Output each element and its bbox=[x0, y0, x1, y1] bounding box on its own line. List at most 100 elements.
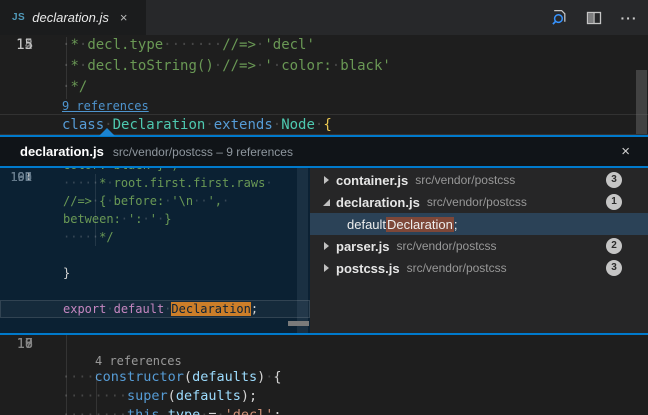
peek-editor[interactable]: color:·black·}')96·····*·root.first.firs… bbox=[0, 168, 310, 333]
references-list: container.jssrc/vendor/postcss3declarati… bbox=[310, 168, 648, 333]
code-token: } bbox=[63, 266, 70, 280]
file-name: parser.js bbox=[336, 239, 390, 254]
code-token: ( bbox=[184, 369, 192, 385]
code-line[interactable]: 19········this.type·=·'decl'; bbox=[0, 406, 648, 415]
code-token: this bbox=[127, 407, 160, 415]
code-token: · bbox=[216, 407, 224, 415]
code-token: ( bbox=[168, 388, 176, 404]
code-token: · bbox=[205, 117, 213, 133]
peek-editor-vertical-scrollbar[interactable] bbox=[297, 168, 308, 333]
code-line[interactable]: between:·':·'·} bbox=[0, 210, 310, 228]
codelens-link[interactable]: 9 references bbox=[62, 99, 149, 113]
code-token: ; bbox=[273, 407, 281, 415]
codelens[interactable]: 9 references bbox=[0, 98, 648, 114]
code-token: Declaration bbox=[113, 117, 206, 133]
code-line[interactable]: 12·*·decl.type·······//=>·'decl' bbox=[0, 35, 648, 56]
code-token: · bbox=[214, 58, 222, 74]
code-token: · bbox=[106, 194, 113, 208]
indent-guide bbox=[96, 373, 97, 415]
reference-count-badge: 3 bbox=[606, 172, 622, 188]
code-token: color: bbox=[63, 168, 106, 172]
code-token: · bbox=[332, 58, 340, 74]
code-token: //=> bbox=[222, 37, 256, 53]
tab-declaration-js[interactable]: JS declaration.js × bbox=[0, 0, 146, 35]
javascript-file-icon: JS bbox=[12, 12, 25, 23]
chevron-collapsed-icon[interactable] bbox=[320, 264, 332, 272]
peek-close-icon[interactable]: × bbox=[615, 143, 636, 160]
code-line[interactable]: 17····constructor(defaults)·{ bbox=[0, 368, 648, 387]
peek-editor-horizontal-scrollbar[interactable] bbox=[288, 321, 309, 326]
code-token: */ bbox=[99, 230, 113, 244]
reference-file-row[interactable]: declaration.jssrc/vendor/postcss1 bbox=[310, 191, 648, 213]
chevron-collapsed-icon[interactable] bbox=[320, 242, 332, 250]
reference-count-badge: 3 bbox=[606, 260, 622, 276]
more-actions-icon[interactable]: ··· bbox=[620, 9, 638, 27]
code-token: color: bbox=[281, 58, 332, 74]
file-path: src/vendor/postcss bbox=[427, 195, 527, 209]
codelens-link[interactable]: 4 references bbox=[95, 354, 182, 368]
reference-item-row[interactable]: default Declaration; bbox=[310, 213, 648, 235]
code-line[interactable]: 15class·Declaration·extends·Node·{ bbox=[0, 114, 648, 135]
code-token: ········ bbox=[62, 407, 127, 415]
code-token: extends bbox=[214, 117, 273, 133]
editor-scrollbar[interactable] bbox=[636, 70, 647, 134]
split-editor-icon[interactable] bbox=[585, 9, 603, 27]
code-line[interactable]: 96·····*·root.first.first.raws· bbox=[0, 174, 310, 192]
code-line[interactable]: 100 bbox=[0, 282, 310, 300]
reference-count-badge: 1 bbox=[606, 194, 622, 210]
code-token: //=> bbox=[63, 194, 92, 208]
search-references-icon[interactable] bbox=[550, 9, 568, 27]
code-token: before: bbox=[114, 194, 165, 208]
code-token: · bbox=[106, 168, 113, 172]
reference-file-row[interactable]: parser.jssrc/vendor/postcss2 bbox=[310, 235, 648, 257]
code-line[interactable]: 14·*/ bbox=[0, 77, 648, 98]
chevron-expanded-icon[interactable] bbox=[320, 199, 332, 206]
file-name: container.js bbox=[336, 173, 408, 188]
code-token: ; bbox=[251, 302, 258, 316]
file-name: postcss.js bbox=[336, 261, 400, 276]
code-token: }') bbox=[157, 168, 179, 172]
code-line[interactable]: 102 bbox=[0, 318, 310, 333]
code-token: '\n bbox=[171, 194, 193, 208]
tab-bar: JS declaration.js × ··· bbox=[0, 0, 648, 35]
code-line[interactable]: 99} bbox=[0, 264, 310, 282]
code-token: . bbox=[160, 407, 168, 415]
code-token: between: bbox=[63, 212, 121, 226]
code-token: · bbox=[106, 302, 113, 316]
codelens[interactable]: 4 references bbox=[0, 354, 648, 368]
code-token: black bbox=[114, 168, 150, 172]
editor-top-region[interactable]: 12·*·decl.type·······//=>·'decl'13·*·dec… bbox=[0, 35, 648, 135]
reference-text: ; bbox=[454, 217, 458, 232]
line-number: 19 bbox=[0, 335, 33, 354]
reference-file-row[interactable]: container.js src/vendor/postcss 3 bbox=[310, 169, 648, 191]
peek-title-filename: declaration.js bbox=[20, 144, 104, 159]
code-token: //=> bbox=[222, 58, 256, 74]
code-token: ·· bbox=[193, 194, 207, 208]
peek-title-meta: src/vendor/postcss – 9 references bbox=[113, 145, 293, 159]
code-token: ) bbox=[257, 369, 265, 385]
code-line[interactable]: 98 bbox=[0, 246, 310, 264]
code-line[interactable]: 97·····*/ bbox=[0, 228, 310, 246]
code-token: ', bbox=[208, 194, 222, 208]
code-token: ' bbox=[264, 58, 272, 74]
code-token: · bbox=[150, 168, 157, 172]
tab-close-icon[interactable]: × bbox=[120, 10, 128, 25]
chevron-collapsed-icon[interactable] bbox=[320, 176, 332, 184]
code-token: defaults bbox=[176, 388, 241, 404]
code-line[interactable]: //=>·{·before:·'\n··',· bbox=[0, 192, 310, 210]
editor-bottom-region[interactable]: 164 references17····constructor(defaults… bbox=[0, 335, 648, 415]
code-line[interactable]: 16 bbox=[0, 335, 648, 354]
code-token: · bbox=[273, 58, 281, 74]
file-path: src/vendor/postcss bbox=[415, 173, 515, 187]
reference-file-row[interactable]: postcss.jssrc/vendor/postcss3 bbox=[310, 257, 648, 279]
reference-count-badge: 2 bbox=[606, 238, 622, 254]
reference-text: default bbox=[347, 217, 386, 232]
code-token: export bbox=[63, 302, 106, 316]
indent-guide bbox=[95, 174, 96, 246]
peek-anchor-arrow-icon bbox=[99, 128, 115, 136]
code-line[interactable]: 13·*·decl.toString()·//=>·'·color:·black… bbox=[0, 56, 648, 77]
code-token: · bbox=[106, 176, 113, 190]
code-line[interactable]: 18········super(defaults); bbox=[0, 387, 648, 406]
code-line[interactable]: 101export·default·Declaration; bbox=[0, 300, 310, 318]
code-token: · bbox=[222, 194, 229, 208]
